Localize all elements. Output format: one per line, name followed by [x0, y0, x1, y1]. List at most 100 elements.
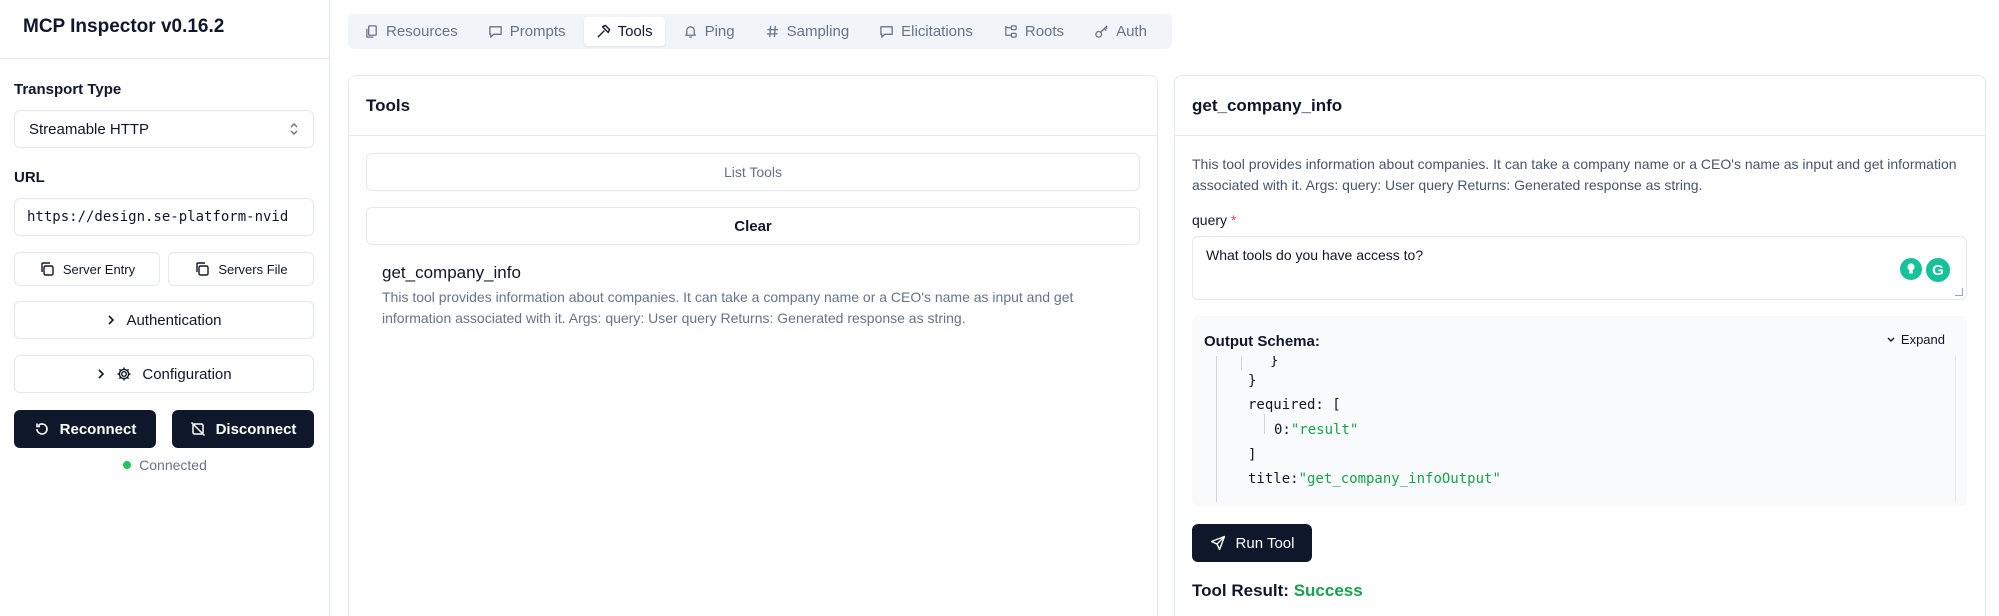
tab-auth[interactable]: Auth	[1082, 17, 1159, 46]
message-icon	[488, 24, 503, 39]
run-tool-button[interactable]: Run Tool	[1192, 524, 1312, 562]
tab-label: Prompts	[509, 23, 566, 40]
indent-guide	[1241, 356, 1242, 370]
grammarly-widget[interactable]: G	[1900, 258, 1950, 282]
schema-code-view[interactable]: } } required: [ 0:"result" ] title:"get_…	[1204, 356, 1956, 502]
tool-result: Tool Result: Success	[1192, 581, 1363, 601]
servers-file-button[interactable]: Servers File	[168, 252, 314, 286]
tab-bar: Resources Prompts Tools Ping Sampling El…	[348, 14, 1172, 49]
connection-status: Connected	[0, 457, 330, 473]
url-value: https://design.se-platform-nvid	[27, 209, 289, 225]
reconnect-button[interactable]: Reconnect	[14, 410, 156, 448]
output-schema-label: Output Schema:	[1204, 333, 1320, 350]
tool-list-item[interactable]: get_company_info This tool provides info…	[366, 263, 1140, 329]
code-key: title:	[1248, 471, 1299, 487]
tool-result-label: Tool Result:	[1192, 581, 1289, 600]
query-textarea[interactable]: What tools do you have access to? G	[1192, 236, 1967, 300]
url-label: URL	[14, 169, 45, 186]
clear-button[interactable]: Clear	[366, 207, 1140, 245]
connection-status-label: Connected	[139, 457, 207, 473]
resize-handle-icon[interactable]	[1955, 288, 1963, 296]
tools-panel-title: Tools	[349, 76, 1157, 136]
copy-icon	[194, 261, 210, 277]
output-schema: Output Schema: Expand } } required: [ 0:…	[1192, 316, 1967, 506]
tab-label: Sampling	[786, 23, 850, 40]
query-value: What tools do you have access to?	[1206, 247, 1424, 263]
code-bracket: [	[1332, 397, 1341, 413]
folder-tree-icon	[1003, 24, 1018, 39]
code-string: "result"	[1290, 422, 1359, 438]
indent-guide	[1264, 414, 1265, 434]
url-input[interactable]: https://design.se-platform-nvid	[14, 198, 314, 236]
expand-button[interactable]: Expand	[1886, 332, 1945, 347]
configuration-toggle[interactable]: Configuration	[14, 355, 314, 393]
tab-tools[interactable]: Tools	[583, 17, 665, 46]
tab-label: Resources	[386, 23, 458, 40]
tab-resources[interactable]: Resources	[352, 17, 470, 46]
hash-icon	[765, 24, 780, 39]
tool-result-status: Success	[1293, 581, 1363, 600]
tool-detail-description: This tool provides information about com…	[1192, 156, 1957, 193]
grammarly-icon[interactable]: G	[1926, 258, 1950, 282]
hammer-icon	[596, 24, 611, 39]
message-icon	[879, 24, 894, 39]
transport-type-select[interactable]: Streamable HTTP	[14, 110, 314, 148]
code-key: required:	[1248, 397, 1324, 413]
tools-panel: Tools List Tools Clear get_company_info …	[348, 75, 1158, 616]
required-marker: *	[1230, 212, 1237, 228]
code-line: }	[1270, 356, 1279, 369]
tab-prompts[interactable]: Prompts	[476, 17, 578, 46]
indent-guide	[1216, 356, 1217, 502]
key-icon	[1094, 24, 1109, 39]
gear-icon	[116, 366, 132, 382]
chevrons-up-down-icon	[289, 122, 299, 136]
sidebar: MCP Inspector v0.16.2 Transport Type Str…	[0, 0, 330, 616]
tab-label: Auth	[1116, 23, 1147, 40]
code-line: required: [	[1248, 394, 1341, 416]
code-string: "get_company_infoOutput"	[1298, 471, 1501, 487]
code-line: 0:"result"	[1274, 419, 1358, 441]
code-line: ]	[1248, 447, 1257, 463]
disconnect-button[interactable]: Disconnect	[172, 410, 314, 448]
servers-file-label: Servers File	[218, 261, 288, 277]
transport-type-label: Transport Type	[14, 81, 122, 98]
app-title: MCP Inspector v0.16.2	[23, 16, 225, 37]
files-icon	[364, 24, 379, 39]
query-label-text: query	[1192, 212, 1228, 228]
lightbulb-icon[interactable]	[1900, 258, 1922, 280]
code-key: 0:	[1274, 422, 1291, 438]
status-dot-icon	[123, 461, 132, 469]
tab-sampling[interactable]: Sampling	[753, 17, 862, 46]
authentication-label: Authentication	[126, 311, 222, 329]
tab-label: Elicitations	[901, 23, 973, 40]
tab-ping[interactable]: Ping	[671, 17, 747, 46]
code-line: }	[1248, 373, 1257, 389]
server-entry-button[interactable]: Server Entry	[14, 252, 160, 286]
tab-label: Ping	[704, 23, 735, 40]
tool-name: get_company_info	[382, 263, 521, 282]
transport-type-value: Streamable HTTP	[29, 120, 150, 138]
unplug-icon	[190, 421, 206, 437]
tool-detail-panel: get_company_info This tool provides info…	[1174, 75, 1986, 616]
chevron-right-icon	[106, 314, 116, 326]
list-tools-button[interactable]: List Tools	[366, 153, 1140, 191]
tab-label: Roots	[1024, 23, 1065, 40]
tool-detail-title: get_company_info	[1175, 76, 1985, 136]
disconnect-label: Disconnect	[215, 420, 297, 438]
code-line: title:"get_company_infoOutput"	[1248, 468, 1501, 490]
reconnect-label: Reconnect	[59, 420, 137, 438]
configuration-label: Configuration	[142, 365, 232, 383]
sidebar-header: MCP Inspector v0.16.2	[0, 0, 329, 59]
run-tool-label: Run Tool	[1235, 534, 1295, 552]
send-icon	[1210, 535, 1226, 551]
tab-roots[interactable]: Roots	[991, 17, 1076, 46]
copy-icon	[39, 261, 55, 277]
tab-elicitations[interactable]: Elicitations	[867, 17, 985, 46]
query-label: query *	[1192, 212, 1236, 228]
rotate-ccw-icon	[34, 421, 50, 437]
bell-icon	[683, 24, 698, 39]
tool-description: This tool provides information about com…	[382, 289, 1074, 326]
server-entry-label: Server Entry	[62, 261, 136, 277]
authentication-toggle[interactable]: Authentication	[14, 301, 314, 339]
chevron-right-icon	[96, 368, 106, 380]
